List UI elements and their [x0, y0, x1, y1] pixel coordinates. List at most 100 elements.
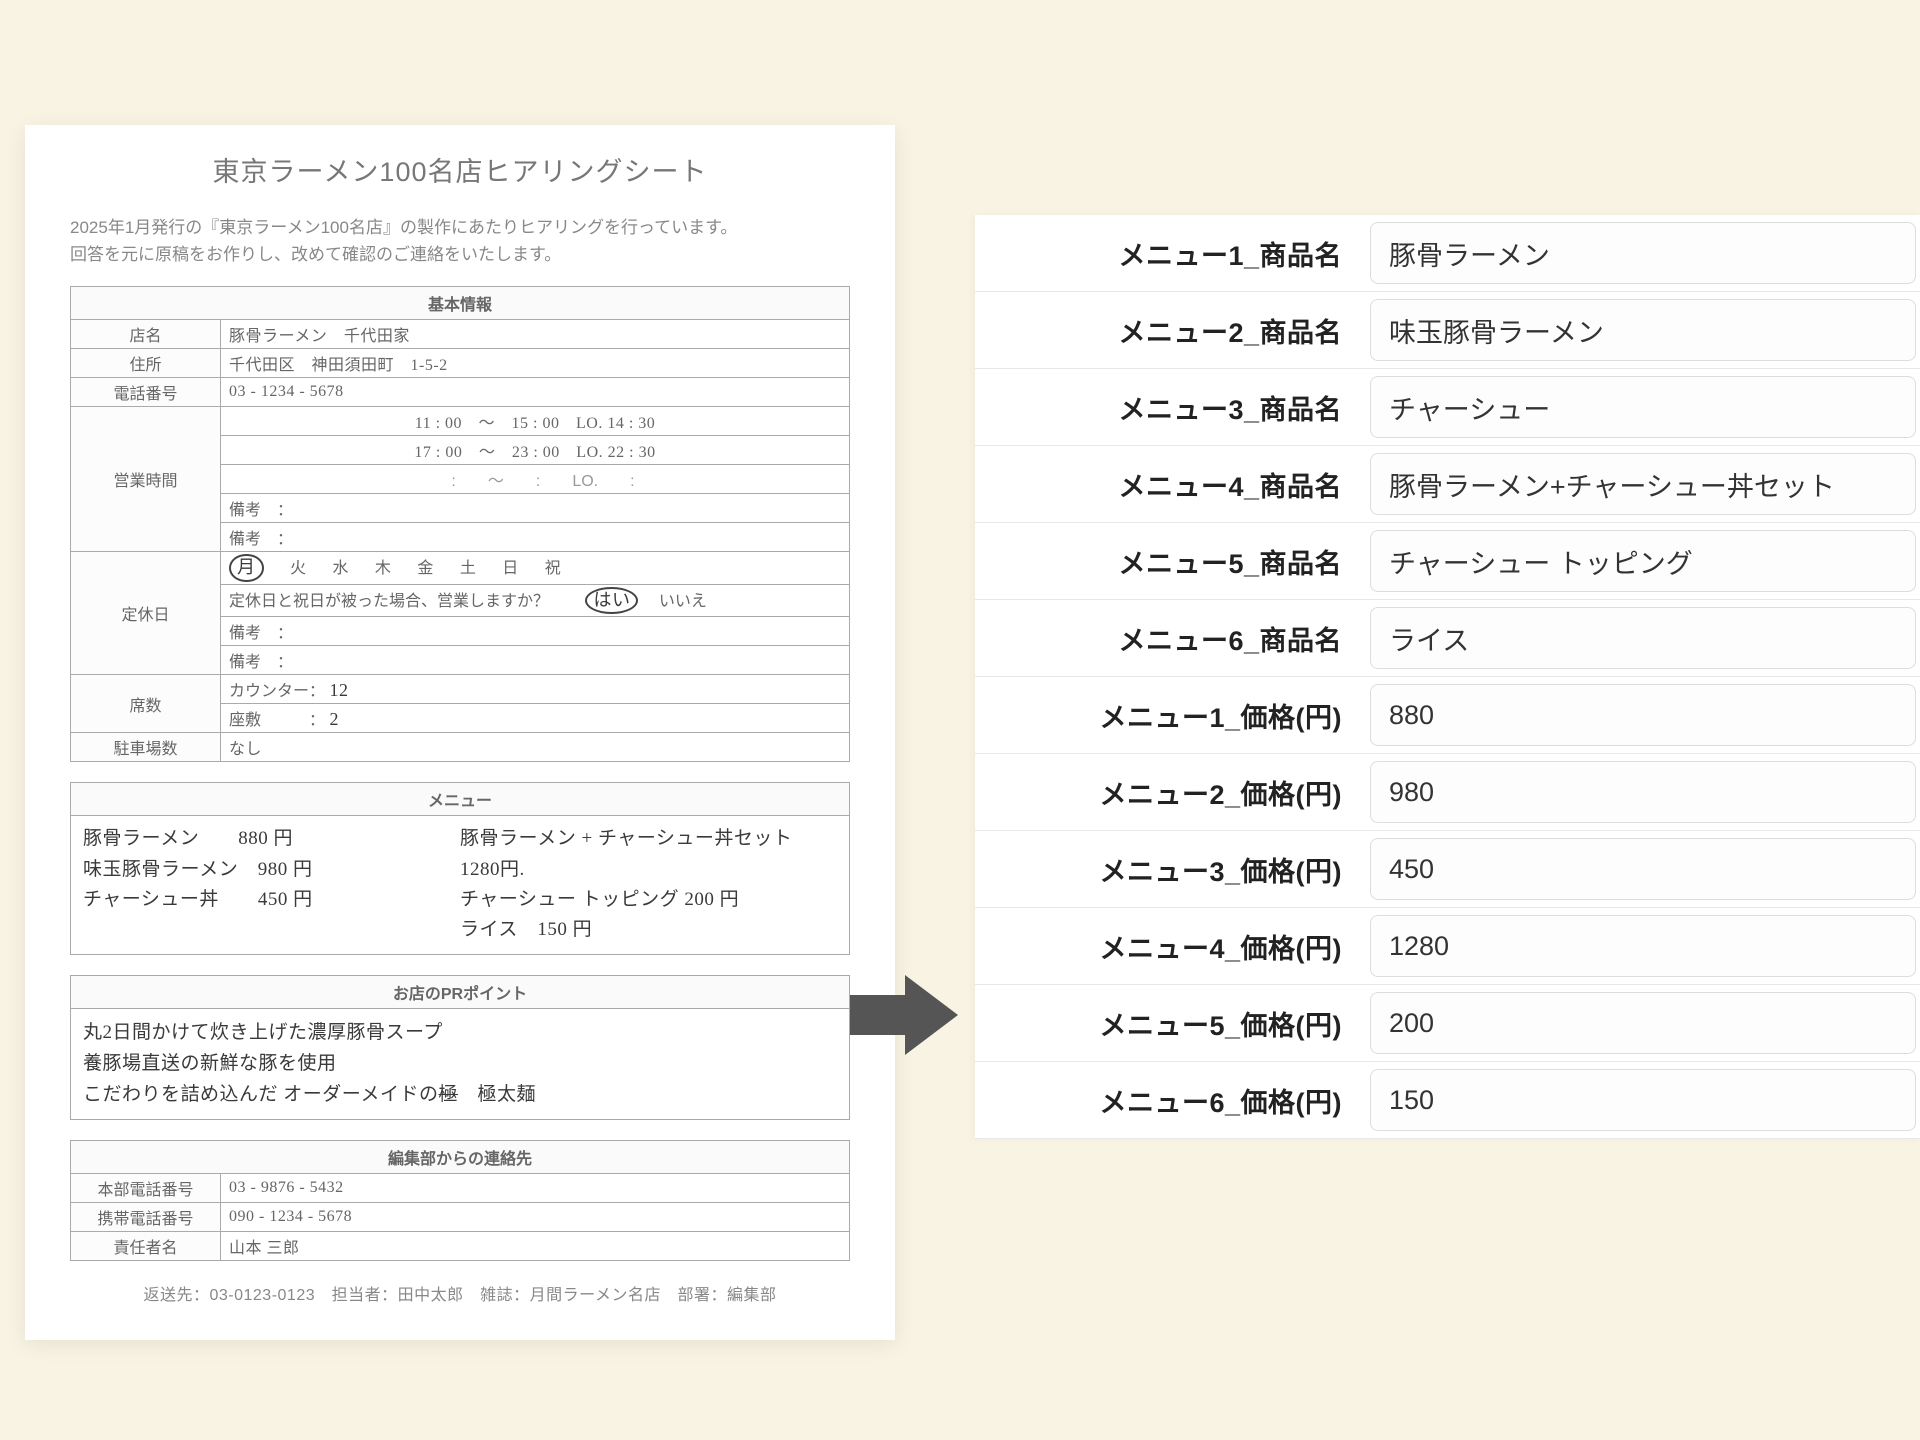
- basic-header: 基本情報: [71, 287, 850, 320]
- pr-3-strike: 極: [439, 1084, 459, 1105]
- pr-2: 養豚場直送の新鮮な豚を使用: [83, 1048, 837, 1079]
- addr-value: 千代田区 神田須田町 1-5-2: [221, 349, 850, 378]
- pr-box: お店のPRポイント 丸2日間かけて炊き上げた濃厚豚骨スープ 養豚場直送の新鮮な豚…: [70, 975, 850, 1120]
- menu-r1: 豚骨ラーメン + チャーシュー丼セット 1280円.: [460, 824, 837, 885]
- data-row: メニュー6_価格(円)150: [975, 1062, 1920, 1139]
- person-label: 責任者名: [71, 1231, 221, 1260]
- menu-box: メニュー 豚骨ラーメン 880 円 味玉豚骨ラーメン 980 円 チャーシュー丼…: [70, 782, 850, 955]
- person: 山本 三郎: [221, 1231, 850, 1260]
- bikou-1: 備考: [229, 502, 261, 519]
- field-label: メニュー1_商品名: [975, 234, 1370, 273]
- field-label: メニュー3_商品名: [975, 388, 1370, 427]
- data-row: メニュー5_価格(円)200: [975, 985, 1920, 1062]
- counter-label: カウンター：: [229, 683, 325, 700]
- field-label: メニュー6_商品名: [975, 619, 1370, 658]
- field-label: メニュー1_価格(円): [975, 696, 1370, 735]
- counter-val: 12: [329, 680, 348, 700]
- data-row: メニュー2_価格(円)980: [975, 754, 1920, 831]
- bikou-2: 備考: [229, 531, 261, 548]
- field-value[interactable]: 豚骨ラーメン+チャーシュー丼セット: [1370, 453, 1916, 515]
- day-thu: 木: [375, 560, 391, 577]
- sheet-title: 東京ラーメン100名店ヒアリングシート: [70, 150, 850, 189]
- data-row: メニュー2_商品名味玉豚骨ラーメン: [975, 292, 1920, 369]
- day-sun: 日: [502, 560, 518, 577]
- pr-header: お店のPRポイント: [71, 976, 849, 1009]
- data-row: メニュー6_商品名ライス: [975, 600, 1920, 677]
- day-hol: 祝: [545, 560, 561, 577]
- menu-l3: チャーシュー丼 450 円: [83, 885, 460, 915]
- intro-line-2: 回答を元に原稿をお作りし、改めて確認のご連絡をいたします。: [70, 241, 850, 268]
- hq-tel-label: 本部電話番号: [71, 1173, 221, 1202]
- day-wed: 水: [332, 560, 348, 577]
- pr-1: 丸2日間かけて炊き上げた濃厚豚骨スープ: [83, 1017, 837, 1048]
- field-value[interactable]: 450: [1370, 838, 1916, 900]
- field-value[interactable]: チャーシュー: [1370, 376, 1916, 438]
- pr-3a: こだわりを詰め込んだ オーダーメイドの: [83, 1084, 439, 1105]
- mobile-label: 携帯電話番号: [71, 1202, 221, 1231]
- field-value[interactable]: 980: [1370, 761, 1916, 823]
- field-value[interactable]: 豚骨ラーメン: [1370, 222, 1916, 284]
- field-label: メニュー5_価格(円): [975, 1004, 1370, 1043]
- hours-1: 11 : 00 〜 15 : 00 LO. 14 : 30: [221, 407, 850, 436]
- field-value[interactable]: チャーシュー トッピング: [1370, 530, 1916, 592]
- basic-info-table: 基本情報 店名 豚骨ラーメン 千代田家 住所 千代田区 神田須田町 1-5-2 …: [70, 286, 850, 762]
- field-label: メニュー3_価格(円): [975, 850, 1370, 889]
- extracted-data-panel: メニュー1_商品名豚骨ラーメン メニュー2_商品名味玉豚骨ラーメン メニュー3_…: [975, 215, 1920, 1139]
- holiday-bikou-1: 備考: [229, 625, 261, 642]
- yes-circled: はい: [585, 587, 638, 614]
- data-row: メニュー4_価格(円)1280: [975, 908, 1920, 985]
- data-row: メニュー1_価格(円)880: [975, 677, 1920, 754]
- day-mon-circled: 月: [229, 554, 264, 581]
- data-row: メニュー1_商品名豚骨ラーメン: [975, 215, 1920, 292]
- contact-table: 編集部からの連絡先 本部電話番号 03 - 9876 - 5432 携帯電話番号…: [70, 1140, 850, 1261]
- hearing-sheet: 東京ラーメン100名店ヒアリングシート 2025年1月発行の『東京ラーメン100…: [25, 125, 895, 1340]
- field-value[interactable]: 200: [1370, 992, 1916, 1054]
- menu-l2: 味玉豚骨ラーメン 980 円: [83, 855, 460, 885]
- arrow-icon: [850, 970, 960, 1060]
- menu-header: メニュー: [71, 783, 849, 816]
- tel-value: 03 - 1234 - 5678: [221, 378, 850, 407]
- day-fri: 金: [417, 560, 433, 577]
- shop-value: 豚骨ラーメン 千代田家: [221, 320, 850, 349]
- day-tue: 火: [290, 560, 306, 577]
- data-row: メニュー3_価格(円)450: [975, 831, 1920, 908]
- intro-text: 2025年1月発行の『東京ラーメン100名店』の製作にあたりヒアリングを行ってい…: [70, 214, 850, 268]
- holiday-label: 定休日: [71, 552, 221, 675]
- no-option: いいえ: [659, 593, 707, 610]
- field-value[interactable]: 味玉豚骨ラーメン: [1370, 299, 1916, 361]
- field-label: メニュー4_価格(円): [975, 927, 1370, 966]
- menu-r3: ライス 150 円: [460, 915, 837, 945]
- day-sat: 土: [460, 560, 476, 577]
- mobile: 090 - 1234 - 5678: [221, 1202, 850, 1231]
- field-value[interactable]: 150: [1370, 1069, 1916, 1131]
- days-row: 月 火 水 木 金 土 日 祝: [221, 552, 850, 584]
- data-row: メニュー3_商品名チャーシュー: [975, 369, 1920, 446]
- addr-label: 住所: [71, 349, 221, 378]
- field-label: メニュー5_商品名: [975, 542, 1370, 581]
- field-value[interactable]: 880: [1370, 684, 1916, 746]
- shop-label: 店名: [71, 320, 221, 349]
- footer-line: 返送先：03-0123-0123 担当者：田中太郎 雑誌：月間ラーメン名店 部署…: [70, 1281, 850, 1305]
- tel-label: 電話番号: [71, 378, 221, 407]
- hours-3: : 〜 : LO. :: [221, 465, 850, 494]
- menu-r2: チャーシュー トッピング 200 円: [460, 885, 837, 915]
- data-row: メニュー5_商品名チャーシュー トッピング: [975, 523, 1920, 600]
- pr-3: こだわりを詰め込んだ オーダーメイドの極 極太麺: [83, 1079, 837, 1110]
- field-label: メニュー2_商品名: [975, 311, 1370, 350]
- hours-label: 営業時間: [71, 407, 221, 552]
- zaseki-label: 座敷 ：: [229, 712, 325, 729]
- field-value[interactable]: 1280: [1370, 915, 1916, 977]
- menu-l1: 豚骨ラーメン 880 円: [83, 824, 460, 854]
- pr-3b: 極太麺: [458, 1084, 536, 1105]
- field-label: メニュー4_商品名: [975, 465, 1370, 504]
- holiday-question-row: 定休日と祝日が被った場合、営業しますか？ はい いいえ: [221, 584, 850, 616]
- holiday-bikou-2: 備考: [229, 654, 261, 671]
- field-label: メニュー6_価格(円): [975, 1081, 1370, 1120]
- zaseki-val: 2: [329, 709, 339, 729]
- contact-header: 編集部からの連絡先: [71, 1140, 850, 1173]
- hq-tel: 03 - 9876 - 5432: [221, 1173, 850, 1202]
- parking-val: なし: [221, 733, 850, 762]
- holiday-q: 定休日と祝日が被った場合、営業しますか？: [229, 593, 549, 610]
- field-value[interactable]: ライス: [1370, 607, 1916, 669]
- field-label: メニュー2_価格(円): [975, 773, 1370, 812]
